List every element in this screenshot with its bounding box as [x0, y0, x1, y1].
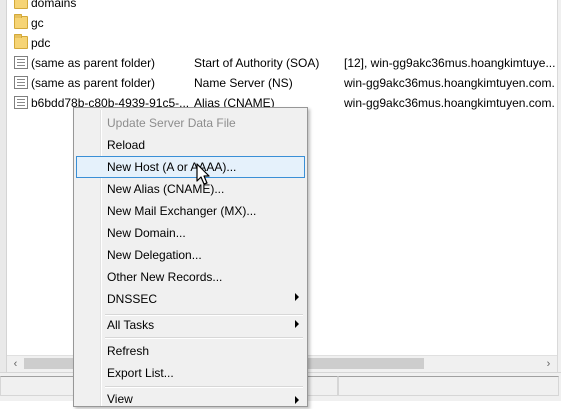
record-data: win-gg9akc36mus.hoangkimtuyen.com.: [344, 96, 555, 110]
status-segment: [338, 376, 559, 396]
menu-item-label: Update Server Data File: [107, 116, 236, 130]
menu-item-label: All Tasks: [107, 318, 155, 332]
list-item[interactable]: (same as parent folder) Start of Authori…: [7, 53, 557, 73]
record-type: Start of Authority (SOA): [194, 56, 320, 70]
folder-icon: [14, 0, 28, 9]
list-item[interactable]: domains: [7, 0, 557, 13]
menu-item-export-list[interactable]: Export List...: [76, 362, 305, 384]
menu-item-view[interactable]: View: [76, 387, 305, 409]
menu-item-label: New Domain...: [107, 226, 186, 240]
menu-item-label: View: [107, 392, 133, 406]
menu-separator: [105, 337, 303, 339]
menu-item-refresh[interactable]: Refresh: [76, 340, 305, 362]
menu-item-label: New Mail Exchanger (MX)...: [107, 204, 257, 218]
scroll-right-arrow-icon[interactable]: ›: [540, 356, 557, 372]
list-item[interactable]: (same as parent folder) Name Server (NS)…: [7, 73, 557, 93]
menu-item-label: Other New Records...: [107, 270, 223, 284]
scroll-left-arrow-icon[interactable]: ‹: [7, 356, 24, 372]
record-name: (same as parent folder): [31, 76, 156, 90]
menu-item-label: DNSSEC: [107, 292, 158, 306]
record-data: [12], win-gg9akc36mus.hoangkimtuye...: [344, 56, 556, 70]
context-menu: Update Server Data File Reload New Host …: [73, 107, 308, 407]
menu-item-new-domain[interactable]: New Domain...: [76, 222, 305, 244]
menu-item-dnssec[interactable]: DNSSEC: [76, 288, 305, 310]
record-data: win-gg9akc36mus.hoangkimtuyen.com.: [344, 76, 555, 90]
list-item[interactable]: gc: [7, 13, 557, 33]
tree-pane-edge: [0, 0, 7, 372]
record-type: Name Server (NS): [194, 76, 293, 90]
menu-item-label: Refresh: [107, 344, 150, 358]
record-name: (same as parent folder): [31, 56, 156, 70]
vertical-scrollbar-edge[interactable]: [557, 0, 561, 372]
record-name: pdc: [31, 36, 51, 50]
list-item[interactable]: pdc: [7, 33, 557, 53]
folder-icon: [14, 14, 28, 29]
menu-item-label: New Delegation...: [107, 248, 202, 262]
menu-item-label: Reload: [107, 138, 146, 152]
menu-item-new-host[interactable]: New Host (A or AAAA)...: [76, 156, 305, 178]
record-name: domains: [31, 0, 77, 10]
record-icon: [14, 76, 28, 89]
menu-item-other-new-records[interactable]: Other New Records...: [76, 266, 305, 288]
menu-item-all-tasks[interactable]: All Tasks: [76, 313, 305, 335]
record-icon: [14, 56, 28, 69]
menu-item-new-delegation[interactable]: New Delegation...: [76, 244, 305, 266]
submenu-arrow-icon: [295, 293, 299, 301]
menu-item-reload[interactable]: Reload: [76, 134, 305, 156]
mouse-pointer-icon: [196, 163, 210, 185]
folder-icon: [14, 34, 28, 49]
menu-item-new-alias[interactable]: New Alias (CNAME)...: [76, 178, 305, 200]
record-icon: [14, 96, 28, 109]
record-name: gc: [31, 16, 44, 30]
menu-item-label: New Host (A or AAAA)...: [107, 160, 237, 174]
menu-item-label: Export List...: [107, 366, 174, 380]
submenu-arrow-icon: [295, 396, 299, 404]
menu-item-update-server-data-file: Update Server Data File: [76, 112, 305, 134]
submenu-arrow-icon: [295, 320, 299, 328]
menu-item-new-mail-exchanger[interactable]: New Mail Exchanger (MX)...: [76, 200, 305, 222]
